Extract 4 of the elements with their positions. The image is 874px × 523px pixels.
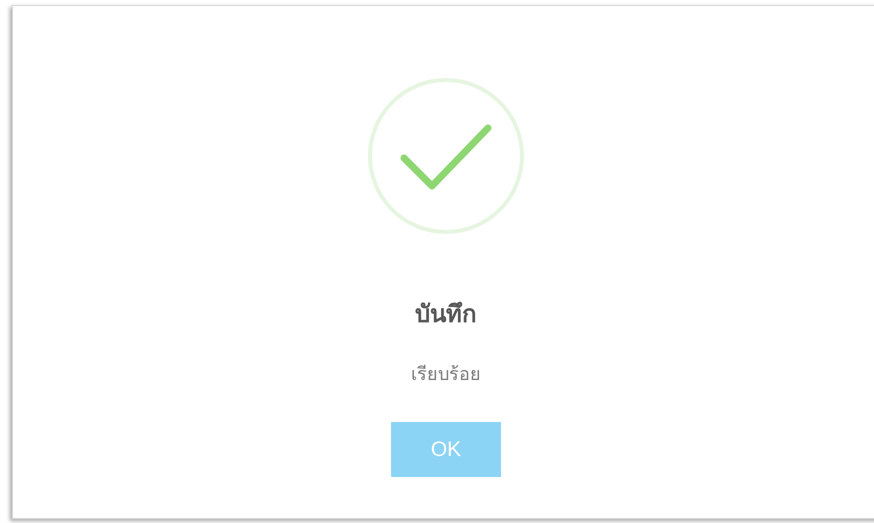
success-check-icon (366, 76, 526, 236)
dialog-title: บันทึก (415, 299, 477, 330)
dialog-message: เรียบร้อย (411, 363, 481, 387)
ok-button[interactable]: OK (391, 422, 501, 477)
